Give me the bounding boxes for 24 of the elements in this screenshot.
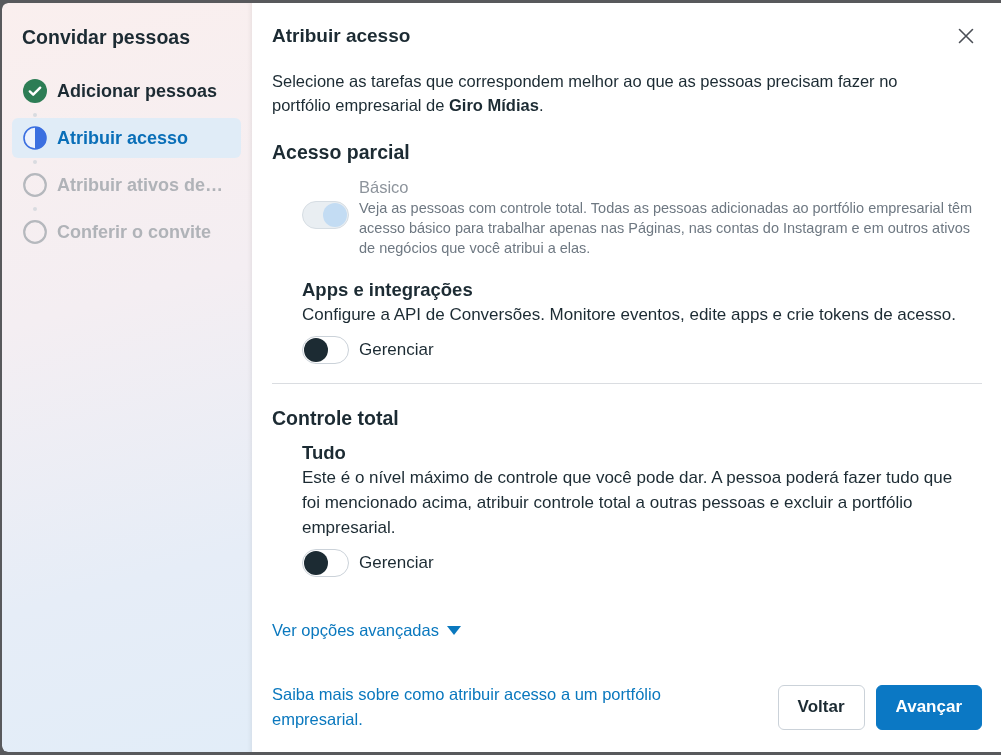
permission-description: Veja as pessoas com controle total. Todas as pessoas adicionadas ao portfólio empresarial têm acesso básico para trabalhar apenas nas Páginas, nas contas do Instagram e em outros ativos de negócios que você atribui a elas. xyxy=(359,199,974,258)
toggle-switch[interactable] xyxy=(302,336,349,364)
next-button[interactable]: Avançar xyxy=(875,684,982,730)
intro-text: Selecione as tarefas que correspondem melhor ao que as pessoas precisam fazer no portfólio empresarial de Giro Mídias. xyxy=(272,71,899,116)
permission-description: Este é o nível máximo de controle que você pode dar. A pessoa poderá fazer tudo que foi mencionado acima, atribuir controle total a outras pessoas e excluir a portfólio empresarial. xyxy=(302,467,954,539)
advanced-options-link[interactable]: Ver opções avançadas xyxy=(272,618,461,642)
permission-title: Apps e integrações xyxy=(302,278,474,302)
permission-title: Básico xyxy=(359,177,410,198)
toggle-switch[interactable] xyxy=(302,549,349,577)
section-heading: Controle total xyxy=(272,406,400,430)
toggle-label: Gerenciar xyxy=(359,552,434,574)
close-button[interactable] xyxy=(958,28,974,44)
back-button[interactable]: Voltar xyxy=(777,684,865,730)
help-link[interactable]: Saiba mais sobre como atribuir acesso a um portfólio empresarial. xyxy=(272,682,702,732)
sidebar-title: Convidar pessoas xyxy=(22,25,191,49)
step-item[interactable]: Adicionar pessoas xyxy=(12,71,241,111)
section-heading: Acesso parcial xyxy=(272,140,411,164)
step-item[interactable]: Atribuir acesso xyxy=(12,118,241,158)
permission-description: Configure a API de Conversões. Monitore eventos, edite apps e crie tokens de acesso. xyxy=(302,304,957,326)
close-icon xyxy=(958,28,974,44)
caret-down-icon xyxy=(446,625,461,635)
toggle-label: Gerenciar xyxy=(359,339,434,361)
dialog-title: Atribuir acesso xyxy=(272,24,411,48)
permission-title: Tudo xyxy=(302,441,347,465)
